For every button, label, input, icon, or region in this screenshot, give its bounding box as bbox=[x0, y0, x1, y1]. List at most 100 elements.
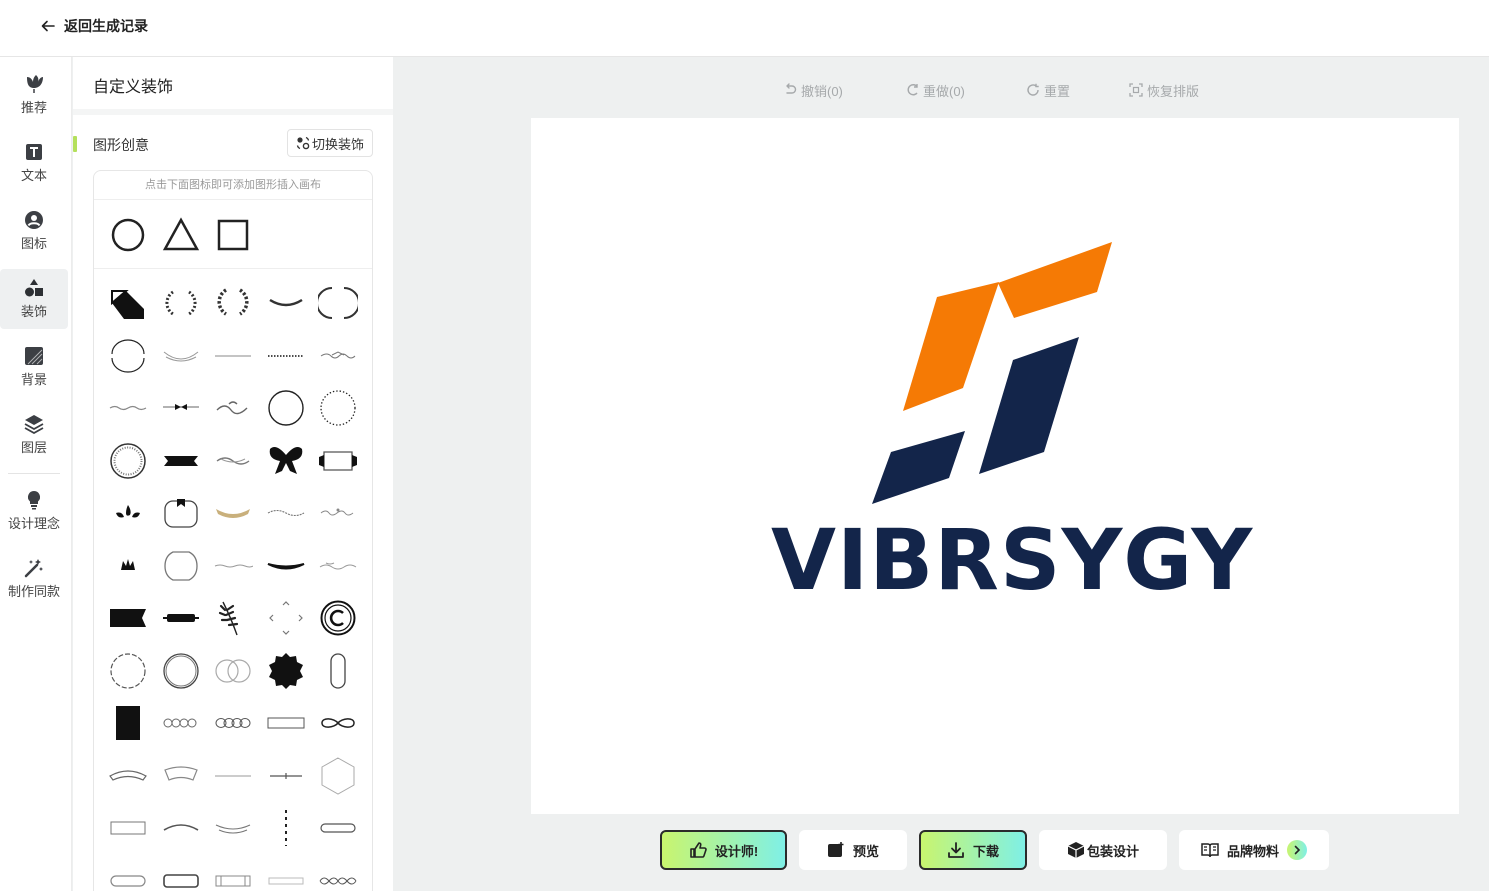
restore-layout-icon bbox=[1129, 83, 1143, 97]
shape-circle[interactable] bbox=[108, 215, 148, 255]
decoration-scroll-divider[interactable] bbox=[213, 441, 253, 481]
decoration-arrow-cross[interactable] bbox=[266, 598, 306, 638]
brand-materials-button[interactable]: 品牌物料 bbox=[1179, 830, 1329, 870]
shape-triangle[interactable] bbox=[161, 215, 201, 255]
decoration-rounded-rect[interactable] bbox=[161, 861, 201, 891]
decoration-thin-rect[interactable] bbox=[266, 703, 306, 743]
decoration-line-thin[interactable] bbox=[213, 756, 253, 796]
decoration-swash-curve[interactable] bbox=[266, 283, 306, 323]
decoration-swirl-divider[interactable] bbox=[213, 388, 253, 428]
brand-name-text[interactable]: VIBRSYGY bbox=[771, 510, 1252, 610]
nav-item-layers[interactable]: 图层 bbox=[0, 405, 68, 465]
decoration-ornament-line[interactable] bbox=[318, 336, 358, 376]
decoration-chain-four[interactable] bbox=[161, 703, 201, 743]
decoration-ornate-oval[interactable] bbox=[161, 546, 201, 586]
decoration-vertical-dashes[interactable] bbox=[266, 808, 306, 848]
decoration-copyright-circle[interactable] bbox=[318, 598, 358, 638]
packaging-design-button[interactable]: 包装设计 bbox=[1039, 830, 1167, 870]
redo-button[interactable]: 重做(0) bbox=[905, 80, 965, 100]
box-icon bbox=[1067, 842, 1085, 858]
decoration-pill-outline[interactable] bbox=[108, 861, 148, 891]
black-rect-icon bbox=[116, 706, 140, 740]
decoration-smile-arc[interactable] bbox=[161, 336, 201, 376]
lace-line-icon bbox=[267, 509, 305, 517]
chain-four-icon bbox=[163, 718, 197, 728]
brand-logo-mark[interactable] bbox=[871, 238, 1121, 508]
switch-decoration-button[interactable]: 切换装饰 bbox=[287, 129, 373, 157]
decoration-chain-oval[interactable] bbox=[213, 703, 253, 743]
decoration-rope-twist[interactable] bbox=[318, 861, 358, 891]
decoration-twin-circles[interactable] bbox=[213, 651, 253, 691]
decoration-lace-line[interactable] bbox=[266, 493, 306, 533]
decoration-gold-ribbon[interactable] bbox=[213, 493, 253, 533]
undo-button[interactable]: 撤销(0) bbox=[783, 80, 843, 100]
nav-item-recommend[interactable]: 推荐 bbox=[0, 65, 68, 125]
decoration-dotted-line[interactable] bbox=[266, 336, 306, 376]
nav-item-background[interactable]: 背景 bbox=[0, 337, 68, 397]
decoration-scalloped-badge[interactable] bbox=[266, 651, 306, 691]
decoration-ribbon-banner[interactable] bbox=[161, 441, 201, 481]
decoration-laurel-open[interactable] bbox=[213, 283, 253, 323]
decoration-fleur-drop[interactable] bbox=[108, 493, 148, 533]
nav-item-same[interactable]: 制作同款 bbox=[0, 549, 68, 609]
decoration-curved-banner[interactable] bbox=[161, 756, 201, 796]
decoration-leaf-branch[interactable] bbox=[213, 598, 253, 638]
decoration-wave-line[interactable] bbox=[318, 546, 358, 586]
design-canvas[interactable]: VIBRSYGY bbox=[531, 118, 1459, 814]
nav-label: 图层 bbox=[20, 440, 47, 455]
decoration-arrow-banner[interactable] bbox=[108, 598, 148, 638]
reset-button[interactable]: 重置 bbox=[1026, 80, 1070, 100]
decoration-capsule-vertical[interactable] bbox=[318, 651, 358, 691]
nav-item-concept[interactable]: 设计理念 bbox=[0, 481, 68, 541]
decoration-thin-line[interactable] bbox=[213, 336, 253, 376]
laurel-wreath-icon bbox=[165, 290, 197, 316]
nav-item-text[interactable]: 文本 bbox=[0, 133, 68, 193]
decoration-ribbon-arc[interactable] bbox=[108, 756, 148, 796]
nav-item-icon[interactable]: 图标 bbox=[0, 201, 68, 261]
flourish-icon bbox=[109, 405, 147, 411]
curved-banner-icon bbox=[164, 765, 198, 781]
decoration-double-smile[interactable] bbox=[213, 808, 253, 848]
bow-tie-icon bbox=[269, 446, 303, 474]
nav-item-decoration[interactable]: 装饰 bbox=[0, 269, 68, 329]
decoration-cross-line[interactable] bbox=[266, 756, 306, 796]
decoration-hexagon[interactable] bbox=[318, 756, 358, 796]
decoration-tag-frame[interactable] bbox=[161, 493, 201, 533]
corner-fold-icon bbox=[111, 290, 144, 319]
decoration-thin-bar[interactable] bbox=[266, 861, 306, 891]
back-button[interactable]: 返回生成记录 bbox=[40, 15, 148, 37]
decoration-thick-swash[interactable] bbox=[266, 546, 306, 586]
scalloped-badge-icon bbox=[269, 652, 303, 689]
restore-layout-button[interactable]: 恢复排版 bbox=[1129, 80, 1199, 100]
shape-square[interactable] bbox=[213, 215, 253, 255]
decoration-arc-pair[interactable] bbox=[108, 336, 148, 376]
designer-button[interactable]: 设计师! bbox=[660, 830, 787, 870]
download-button[interactable]: 下载 bbox=[919, 830, 1027, 870]
decoration-smile-curve[interactable] bbox=[161, 808, 201, 848]
layers-icon bbox=[24, 415, 44, 434]
decoration-laurel-wreath[interactable] bbox=[161, 283, 201, 323]
preview-button[interactable]: 预览 bbox=[799, 830, 907, 870]
decoration-tilde-line[interactable] bbox=[213, 546, 253, 586]
decoration-dotted-circle[interactable] bbox=[318, 388, 358, 428]
decoration-corner-fold[interactable] bbox=[108, 283, 148, 323]
decoration-beaded-circle[interactable] bbox=[108, 441, 148, 481]
decoration-pill-banner[interactable] bbox=[161, 598, 201, 638]
decoration-bow-tie[interactable] bbox=[266, 441, 306, 481]
decoration-bracket-rect[interactable] bbox=[213, 861, 253, 891]
reset-label: 重置 bbox=[1044, 83, 1071, 99]
decoration-rounded-bar[interactable] bbox=[318, 808, 358, 848]
decoration-flourish[interactable] bbox=[108, 388, 148, 428]
decoration-plain-circle[interactable] bbox=[266, 388, 306, 428]
decoration-bracket-circle[interactable] bbox=[318, 283, 358, 323]
decoration-thin-box[interactable] bbox=[108, 808, 148, 848]
decoration-double-ring[interactable] bbox=[161, 651, 201, 691]
decoration-ribbon-frame[interactable] bbox=[318, 441, 358, 481]
decoration-dashed-circle[interactable] bbox=[108, 651, 148, 691]
decoration-curl-line[interactable] bbox=[318, 493, 358, 533]
decoration-infinity-loop[interactable] bbox=[318, 703, 358, 743]
decoration-crown[interactable] bbox=[108, 546, 148, 586]
decoration-bow-divider[interactable] bbox=[161, 388, 201, 428]
decoration-black-rect[interactable] bbox=[108, 703, 148, 743]
tag-frame-icon bbox=[164, 499, 198, 528]
